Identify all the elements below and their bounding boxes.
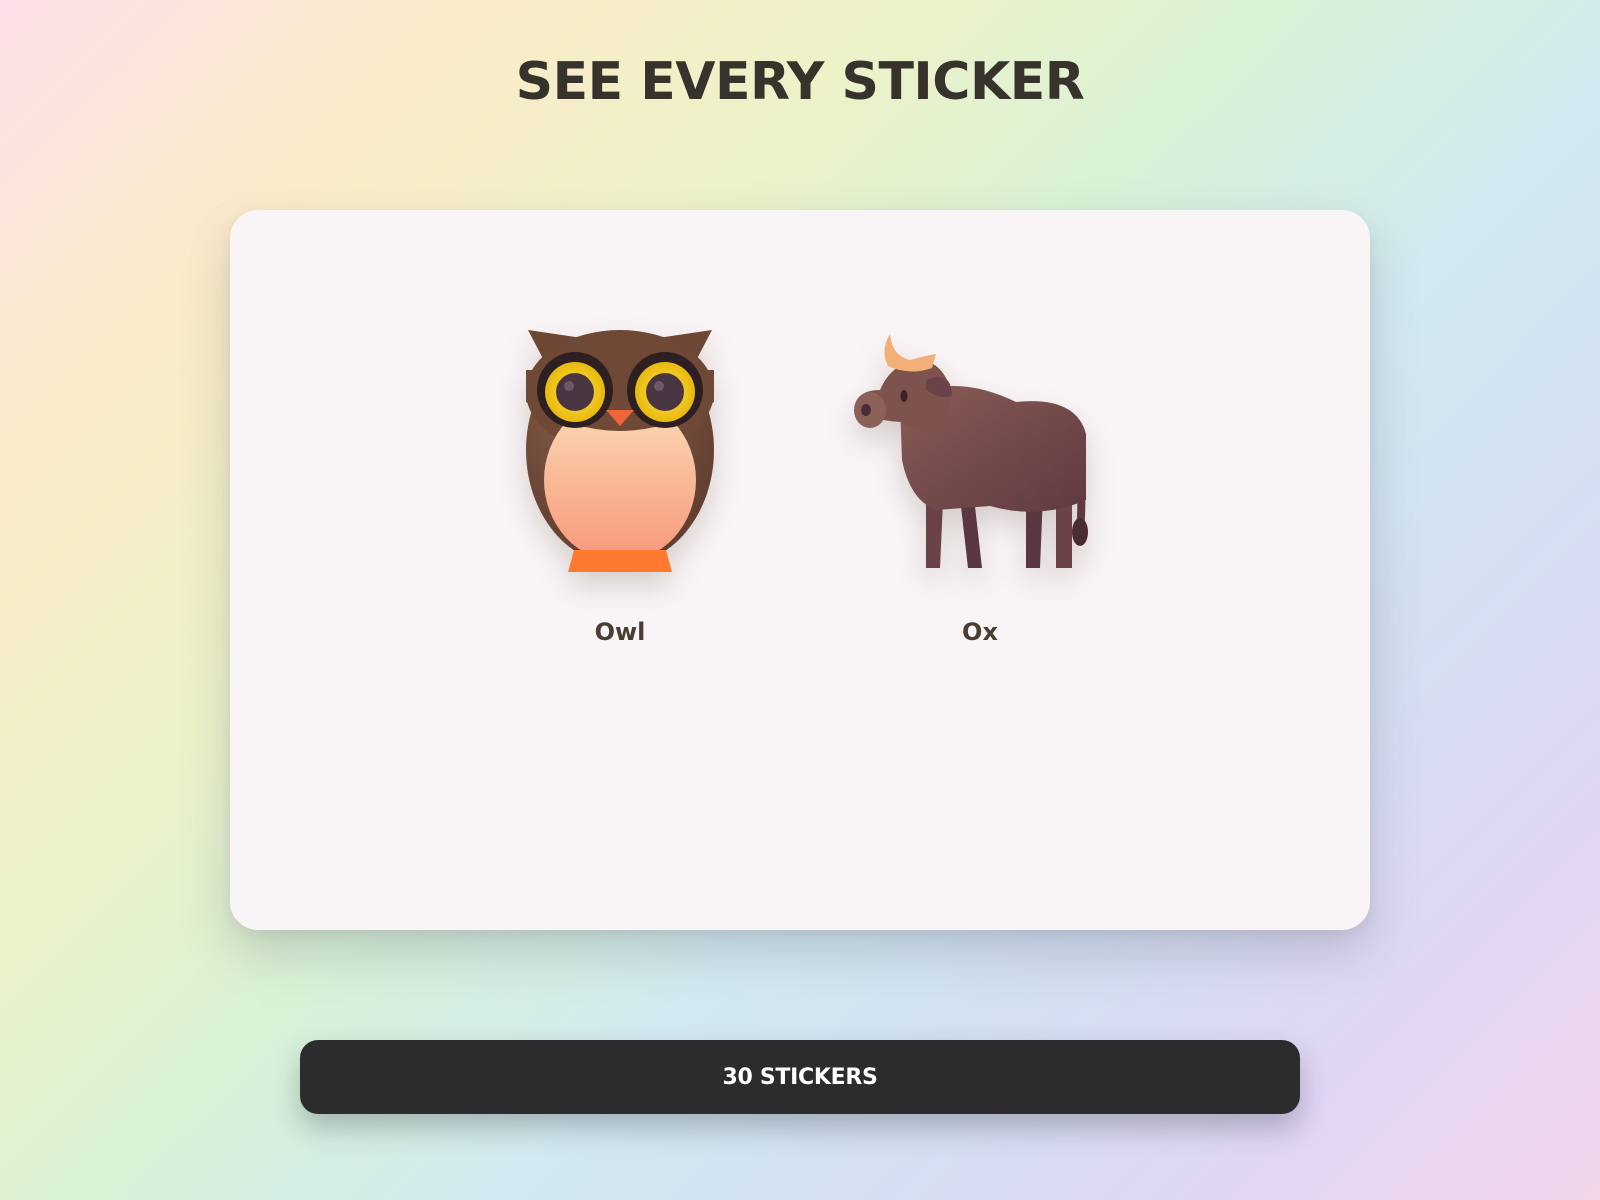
page-title: SEE EVERY STICKER [515,52,1085,112]
sticker-count-button[interactable]: 30 STICKERS [300,1040,1300,1114]
ox-icon [854,334,1088,568]
owl-icon [526,330,714,572]
sticker-label: Owl [594,618,646,646]
sticker-item-ox[interactable]: Ox [840,310,1120,646]
sticker-label: Ox [962,618,998,646]
sticker-grid-card: Owl Ox [230,210,1370,930]
sticker-item-owl[interactable]: Owl [480,310,760,646]
